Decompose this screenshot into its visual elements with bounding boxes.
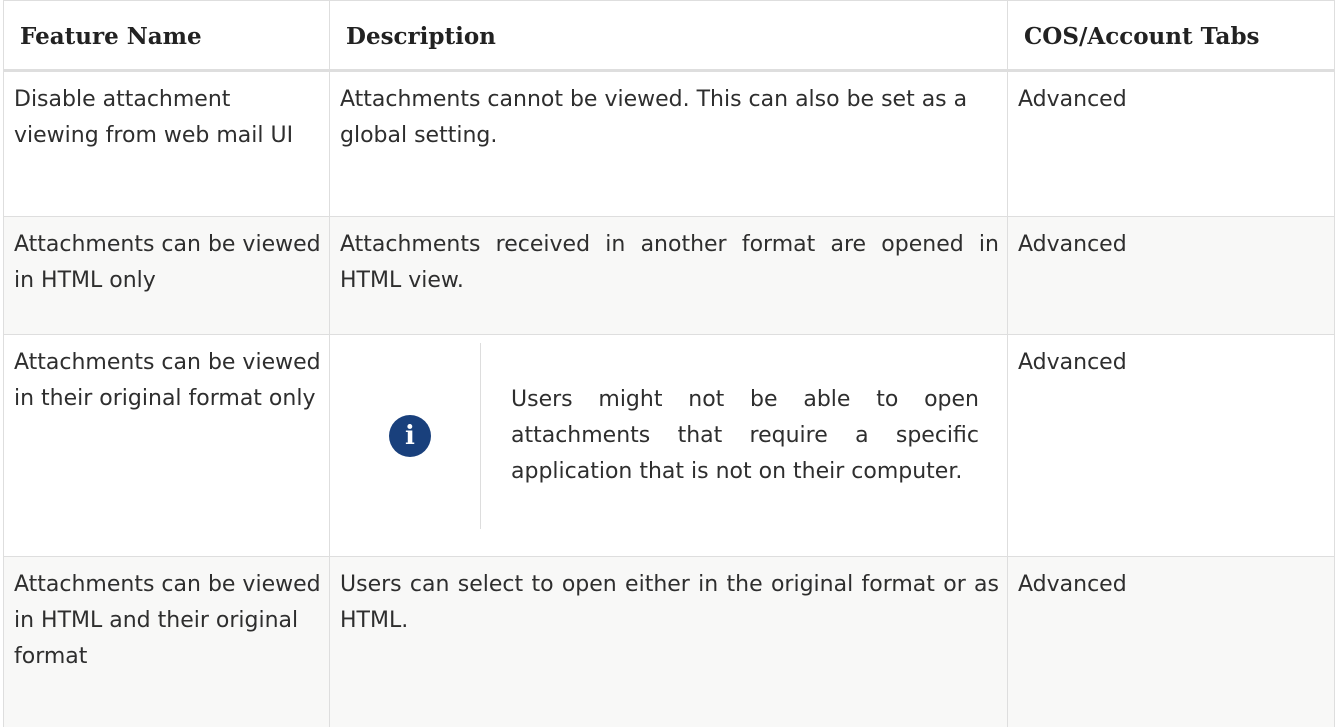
table-header-row: Feature Name Description COS/Account Tab… — [3, 0, 1335, 72]
table-row: Attachments can be viewed in their origi… — [3, 334, 1335, 557]
feature-table: Feature Name Description COS/Account Tab… — [3, 0, 1335, 727]
description-cell: Attachments cannot be viewed. This can a… — [329, 70, 1008, 217]
note-icon-column: i — [340, 343, 481, 529]
note-text: Users might not be able to open attachme… — [511, 387, 979, 484]
tab-cell: Advanced — [1007, 70, 1335, 217]
description-cell: Users can select to open either in the o… — [329, 556, 1008, 727]
tab-cell: Advanced — [1007, 334, 1335, 557]
table-row: Attachments can be viewed in HTML only A… — [3, 216, 1335, 335]
feature-cell: Attachments can be viewed in HTML and th… — [3, 556, 330, 727]
feature-cell: Attachments can be viewed in their origi… — [3, 334, 330, 557]
table-row: Disable attachment viewing from web mail… — [3, 70, 1335, 217]
header-description: Description — [329, 0, 1008, 72]
info-icon: i — [389, 415, 431, 457]
note-admonition: i Users might not be able to open attach… — [340, 343, 999, 529]
description-cell: Attachments received in another format a… — [329, 216, 1008, 335]
feature-cell: Attachments can be viewed in HTML only — [3, 216, 330, 335]
feature-cell: Disable attachment viewing from web mail… — [3, 70, 330, 217]
table-row: Attachments can be viewed in HTML and th… — [3, 556, 1335, 727]
header-cos-account-tabs: COS/Account Tabs — [1007, 0, 1335, 72]
tab-cell: Advanced — [1007, 216, 1335, 335]
description-cell: i Users might not be able to open attach… — [329, 334, 1008, 557]
header-feature-name: Feature Name — [3, 0, 330, 72]
tab-cell: Advanced — [1007, 556, 1335, 727]
